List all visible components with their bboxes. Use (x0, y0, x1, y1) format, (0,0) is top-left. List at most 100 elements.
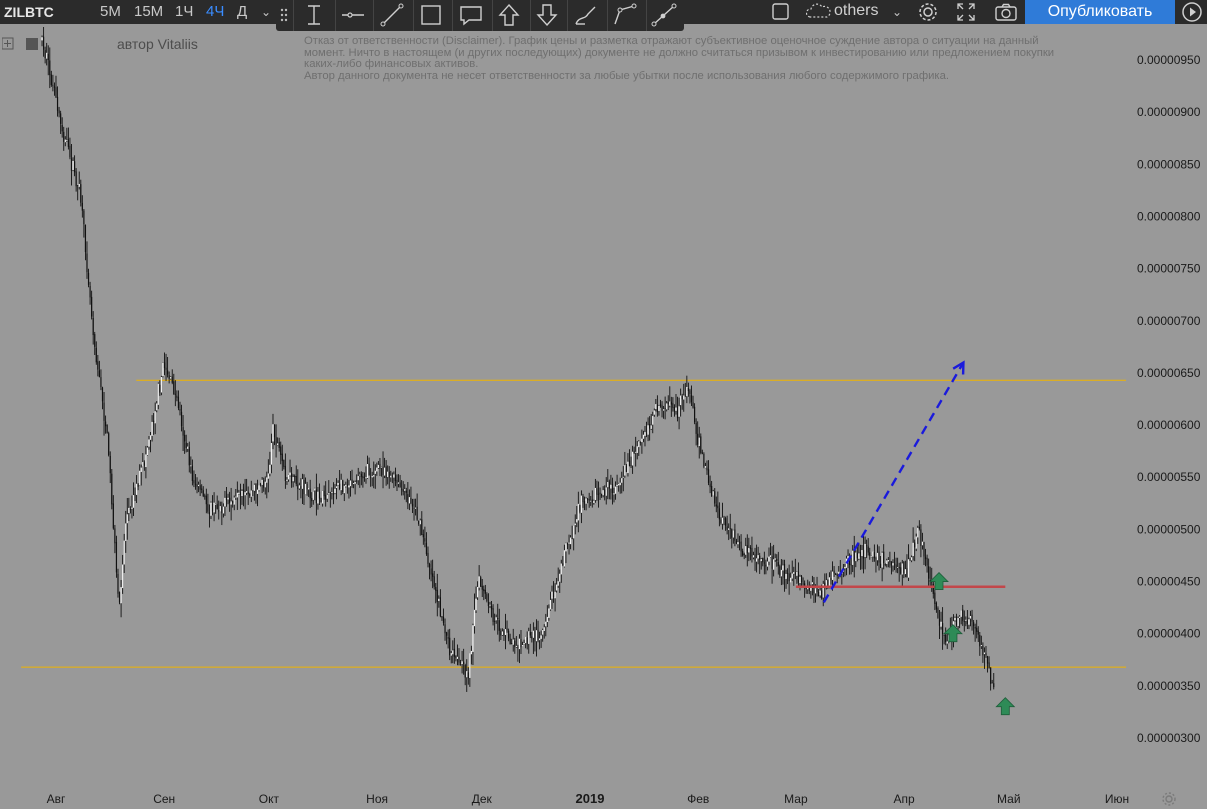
gear-icon[interactable] (917, 1, 939, 23)
timeframe-15m[interactable]: 15M (134, 0, 163, 24)
price-chart[interactable]: - 0.00000643- 0.00000368- 0.00000341 0.0… (0, 0, 1207, 809)
price-candle (642, 430, 645, 443)
price-candle (399, 474, 401, 488)
drag-handle-icon[interactable] (280, 8, 288, 24)
comment-icon[interactable] (456, 2, 486, 28)
price-candle (909, 557, 911, 561)
price-candle (864, 536, 866, 570)
play-icon[interactable] (1181, 0, 1203, 24)
price-candle (690, 385, 693, 407)
price-candle (534, 626, 536, 652)
time-axis[interactable]: Авг Сен Окт Ноя Дек 2019 Фев Мар Апр Май Июн (47, 791, 1176, 806)
price-candle (734, 523, 736, 547)
ruler-icon[interactable] (649, 2, 679, 28)
cloud-icon[interactable] (806, 2, 832, 22)
price-candle (937, 606, 939, 619)
price-candle (390, 470, 392, 482)
price-candle (334, 484, 336, 495)
horizontal-line-icon[interactable] (338, 2, 368, 28)
price-candle (365, 466, 367, 484)
price-candle (264, 476, 266, 495)
price-candle (712, 489, 714, 496)
time-tick-label: Июн (1105, 792, 1129, 806)
price-candle (972, 620, 975, 635)
brush-icon[interactable] (571, 2, 601, 28)
price-candle (405, 487, 407, 503)
price-candle (610, 474, 612, 500)
price-candle (715, 496, 717, 513)
price-candle (359, 471, 361, 488)
symbol-search[interactable]: ZILBTC (4, 0, 54, 24)
fullscreen-icon[interactable] (955, 1, 977, 23)
price-candle (269, 451, 271, 477)
price-candle (658, 404, 660, 416)
price-candle (711, 480, 713, 497)
text-cursor-icon[interactable] (299, 2, 329, 28)
price-axis[interactable]: 0.00000950 0.00000900 0.00000850 0.00000800… (1126, 24, 1207, 784)
drawing-toolbar (276, 0, 684, 31)
price-candle (529, 623, 531, 638)
price-candle (280, 441, 282, 465)
price-candle (377, 461, 379, 469)
price-candle (718, 502, 720, 527)
price-candle (901, 559, 903, 586)
price-candle (188, 441, 190, 473)
arrow-up-icon[interactable] (494, 2, 524, 28)
price-candle (769, 542, 772, 558)
price-candle (703, 452, 705, 469)
camera-icon[interactable] (993, 1, 1019, 23)
path-icon[interactable] (610, 2, 640, 28)
price-candle (117, 568, 119, 598)
arrow-down-icon[interactable] (532, 2, 562, 28)
price-candle (969, 610, 972, 627)
price-candle (159, 380, 161, 396)
price-candle (225, 486, 228, 507)
price-candle (408, 489, 410, 511)
price-candle (752, 551, 755, 560)
publish-button[interactable]: Опубликовать (1025, 0, 1175, 24)
chevron-down-icon[interactable]: ⌄ (261, 0, 271, 24)
price-candle (413, 498, 415, 521)
price-candle (244, 478, 246, 510)
price-candle (356, 474, 358, 484)
price-candle (515, 636, 517, 648)
price-candle (64, 136, 66, 147)
layout-name[interactable]: others (834, 0, 878, 24)
timeframe-1h[interactable]: 1Ч (175, 0, 193, 24)
chevron-down-icon[interactable]: ⌄ (892, 0, 902, 24)
timeframe-5m[interactable]: 5M (100, 0, 121, 24)
price-candle (190, 456, 192, 474)
price-candle (456, 644, 459, 666)
price-candle (525, 635, 527, 649)
price-candle (55, 75, 57, 99)
price-candle (294, 474, 296, 483)
price-candle (852, 545, 854, 573)
price-candle (748, 537, 750, 562)
price-candle (233, 495, 235, 511)
timeframe-1d[interactable]: Д (237, 0, 247, 24)
price-candle (924, 548, 927, 567)
timeframe-4h[interactable]: 4Ч (206, 0, 224, 24)
price-candle (215, 503, 217, 514)
price-candle (740, 534, 742, 557)
trend-line-icon[interactable] (377, 2, 407, 28)
price-candle (236, 481, 238, 510)
price-candle (435, 582, 437, 604)
rectangle-icon[interactable] (416, 2, 446, 28)
disclaimer-line: Отказ от ответственности (Disclaimer). Г… (304, 35, 1039, 47)
price-candle (729, 513, 731, 539)
price-candle (357, 467, 359, 486)
price-candle (149, 431, 152, 453)
price-candle (86, 241, 88, 279)
compare-square-icon[interactable] (771, 3, 791, 21)
price-candle (762, 557, 764, 567)
disclaimer-line: каких-либо финансовых активов. (304, 58, 479, 70)
axis-settings-icon[interactable] (1162, 792, 1176, 806)
price-candle (72, 157, 74, 172)
price-candle (258, 485, 260, 492)
price-candle (878, 546, 880, 571)
price-candle (912, 527, 914, 561)
price-candle (576, 505, 578, 528)
price-candle (771, 546, 773, 584)
price-candle (46, 42, 48, 66)
